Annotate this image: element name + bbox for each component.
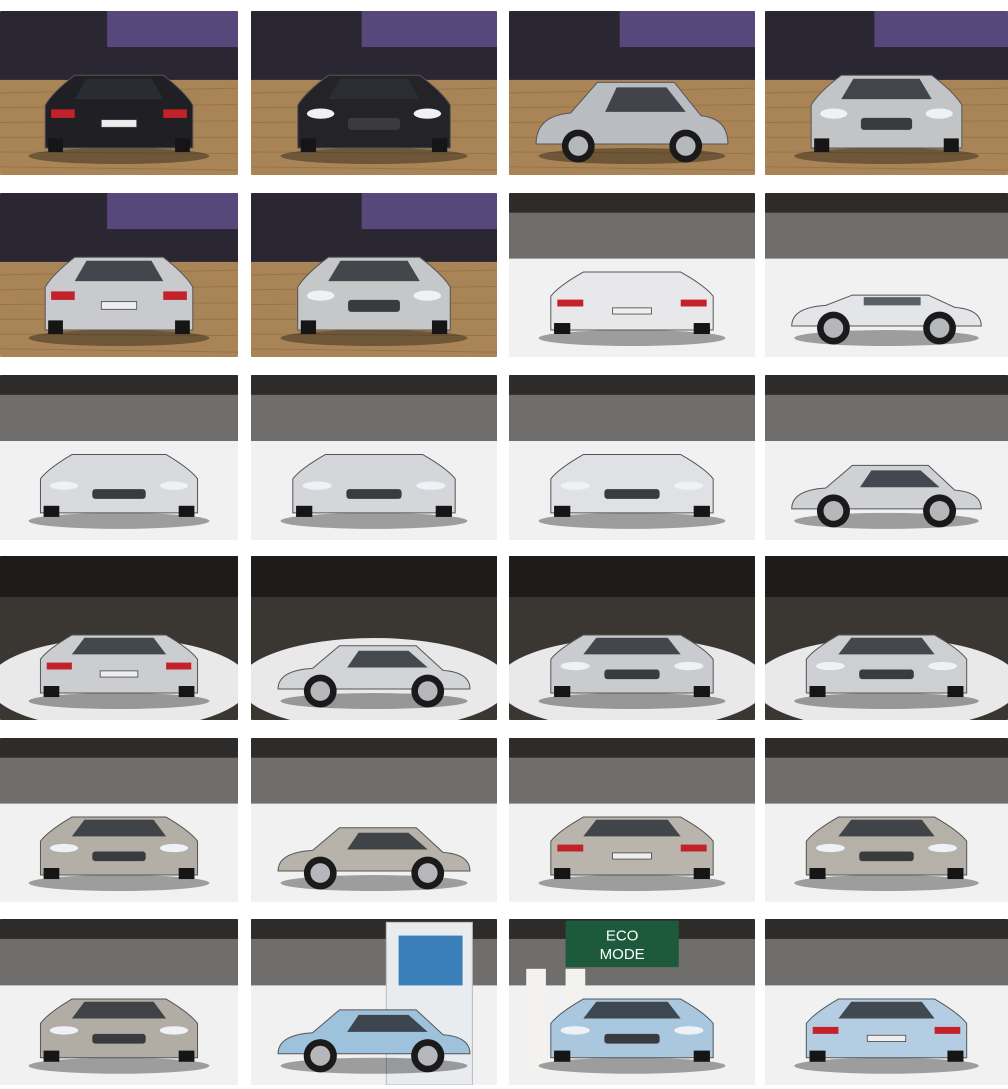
gallery-photo-tile[interactable] bbox=[509, 193, 755, 357]
car-photo bbox=[0, 738, 238, 902]
gallery-photo-tile[interactable] bbox=[0, 375, 238, 540]
gallery-photo-tile[interactable]: ECO MODE bbox=[509, 919, 755, 1085]
gallery-photo-tile[interactable] bbox=[0, 11, 238, 175]
car-photo: ECOMODE bbox=[509, 919, 755, 1085]
photo-gallery-grid: ECO MODE bbox=[0, 0, 1008, 1089]
car-photo bbox=[509, 556, 755, 720]
car-photo bbox=[251, 556, 497, 720]
car-photo bbox=[251, 738, 497, 902]
gallery-photo-tile[interactable] bbox=[509, 11, 755, 175]
car-photo bbox=[765, 375, 1008, 540]
gallery-photo-tile[interactable] bbox=[765, 193, 1008, 357]
eco-mode-sign-line2: MODE bbox=[600, 946, 645, 963]
gallery-photo-tile[interactable] bbox=[251, 11, 497, 175]
car-photo bbox=[251, 193, 497, 357]
gallery-photo-tile[interactable] bbox=[0, 919, 238, 1085]
car-photo bbox=[509, 193, 755, 357]
car-photo bbox=[509, 738, 755, 902]
gallery-photo-tile[interactable] bbox=[765, 11, 1008, 175]
car-photo bbox=[0, 193, 238, 357]
car-photo bbox=[765, 556, 1008, 720]
car-photo bbox=[0, 375, 238, 540]
car-photo bbox=[765, 738, 1008, 902]
gallery-photo-tile[interactable] bbox=[251, 375, 497, 540]
car-photo bbox=[509, 375, 755, 540]
gallery-photo-tile[interactable] bbox=[765, 738, 1008, 902]
gallery-photo-tile[interactable] bbox=[509, 556, 755, 720]
gallery-photo-tile[interactable] bbox=[0, 738, 238, 902]
car-photo bbox=[251, 375, 497, 540]
car-photo bbox=[251, 919, 497, 1085]
car-photo bbox=[509, 11, 755, 175]
car-photo bbox=[765, 919, 1008, 1085]
car-photo bbox=[765, 11, 1008, 175]
gallery-photo-tile[interactable] bbox=[251, 556, 497, 720]
car-photo bbox=[251, 11, 497, 175]
gallery-photo-tile[interactable] bbox=[251, 738, 497, 902]
eco-mode-sign-line1: ECO bbox=[606, 928, 639, 945]
gallery-photo-tile[interactable] bbox=[765, 375, 1008, 540]
gallery-photo-tile[interactable] bbox=[765, 556, 1008, 720]
gallery-photo-tile[interactable] bbox=[509, 738, 755, 902]
gallery-photo-tile[interactable] bbox=[251, 193, 497, 357]
gallery-photo-tile[interactable] bbox=[0, 556, 238, 720]
car-photo bbox=[0, 11, 238, 175]
car-photo bbox=[765, 193, 1008, 357]
car-photo bbox=[0, 919, 238, 1085]
car-photo bbox=[0, 556, 238, 720]
gallery-photo-tile[interactable] bbox=[509, 375, 755, 540]
gallery-photo-tile[interactable] bbox=[765, 919, 1008, 1085]
gallery-photo-tile[interactable] bbox=[0, 193, 238, 357]
gallery-photo-tile[interactable] bbox=[251, 919, 497, 1085]
